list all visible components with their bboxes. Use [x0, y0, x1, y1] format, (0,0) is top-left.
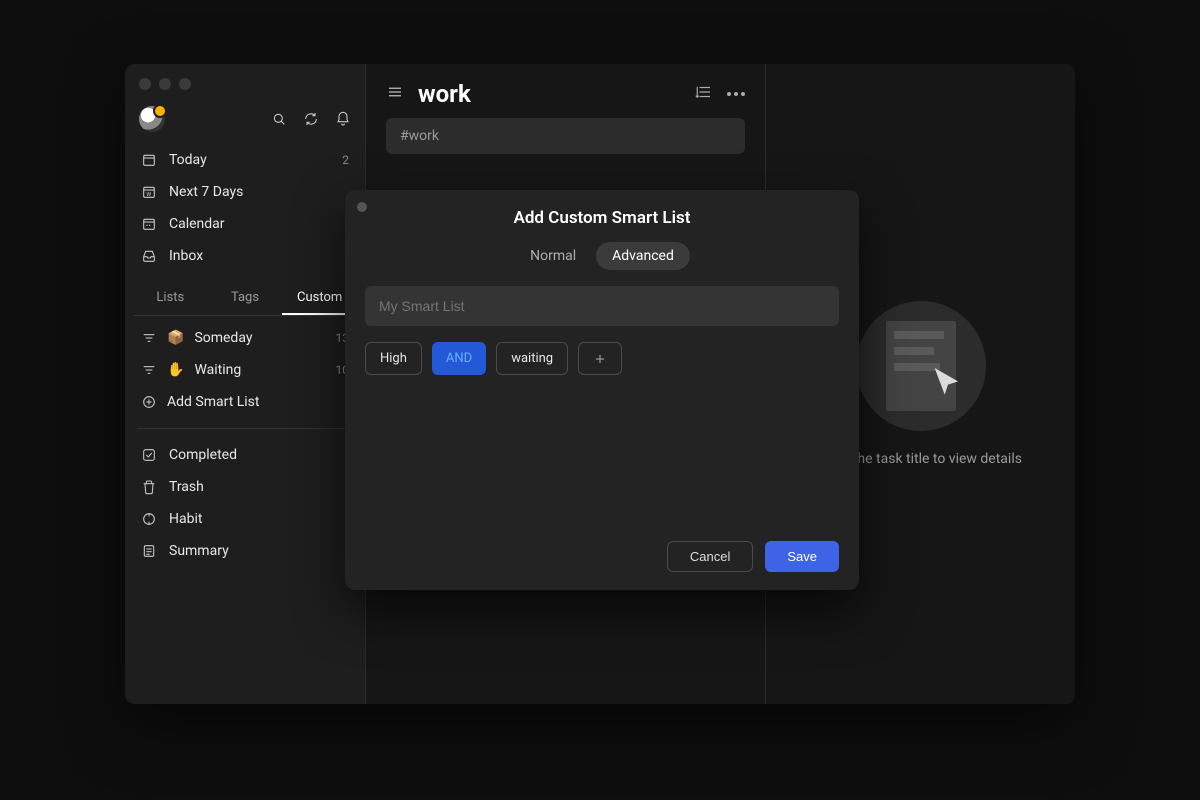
calendar-day-icon	[141, 152, 157, 168]
add-smart-list-label: Add Smart List	[167, 394, 260, 410]
rule-builder: High AND waiting	[365, 342, 839, 375]
smartlist-name-input[interactable]	[365, 286, 839, 326]
cancel-button[interactable]: Cancel	[667, 541, 753, 572]
check-square-icon	[141, 447, 157, 463]
cursor-icon	[928, 363, 968, 407]
smartlist-label: Someday	[194, 330, 252, 346]
tab-tags[interactable]: Tags	[208, 282, 283, 315]
nav-label: Calendar	[169, 216, 225, 232]
sync-icon[interactable]	[303, 111, 319, 127]
target-icon	[141, 511, 157, 527]
nav-today[interactable]: Today 2	[125, 144, 365, 176]
smartlist-waiting[interactable]: ✋ Waiting 10	[125, 354, 365, 386]
window-zoom-icon[interactable]	[179, 78, 191, 90]
modal-title: Add Custom Smart List	[365, 208, 839, 228]
tab-lists[interactable]: Lists	[133, 282, 208, 315]
empty-state-illustration	[856, 301, 986, 431]
modal-close-icon[interactable]	[357, 202, 367, 212]
svg-text:W: W	[146, 192, 151, 198]
filter-icon	[141, 330, 157, 346]
menu-icon[interactable]	[386, 83, 404, 105]
inbox-icon	[141, 248, 157, 264]
sidebar: Today 2 W Next 7 Days Calendar Inbox Lis…	[125, 64, 365, 704]
nav-summary[interactable]: Summary	[125, 535, 365, 567]
summary-icon	[141, 543, 157, 559]
nav-label: Next 7 Days	[169, 184, 243, 200]
divider	[137, 428, 353, 429]
smartlist-someday[interactable]: 📦 Someday 13	[125, 322, 365, 354]
plus-circle-icon	[141, 394, 157, 410]
segment-advanced[interactable]: Advanced	[596, 242, 690, 270]
avatar[interactable]	[139, 106, 165, 132]
trash-icon	[141, 479, 157, 495]
more-icon[interactable]	[727, 92, 745, 96]
nav-inbox[interactable]: Inbox	[125, 240, 365, 272]
nav-label: Inbox	[169, 248, 203, 264]
emoji-icon: ✋	[167, 362, 184, 378]
filter-chip-waiting[interactable]: waiting	[496, 342, 568, 375]
nav-label: Habit	[169, 511, 202, 527]
page-title: work	[418, 80, 471, 108]
bell-icon[interactable]	[335, 111, 351, 127]
nav-count: 2	[342, 153, 349, 167]
nav-label: Trash	[169, 479, 204, 495]
filter-icon	[141, 362, 157, 378]
mode-segmented-control: Normal Advanced	[365, 242, 839, 270]
save-button[interactable]: Save	[765, 541, 839, 572]
add-filter-button[interactable]	[578, 342, 622, 375]
segment-normal[interactable]: Normal	[514, 242, 592, 270]
sort-icon[interactable]	[695, 83, 713, 105]
nav-next7[interactable]: W Next 7 Days	[125, 176, 365, 208]
nav-label: Summary	[169, 543, 229, 559]
search-icon[interactable]	[271, 111, 287, 127]
nav-completed[interactable]: Completed	[125, 439, 365, 471]
window-minimize-icon[interactable]	[159, 78, 171, 90]
tag-filter-chip[interactable]: #work	[386, 118, 745, 154]
operator-chip-and[interactable]: AND	[432, 342, 486, 375]
sidebar-tabs: Lists Tags Custom	[133, 282, 357, 316]
window-controls	[139, 78, 191, 90]
calendar-week-icon: W	[141, 184, 157, 200]
add-smart-list-modal: Add Custom Smart List Normal Advanced Hi…	[345, 190, 859, 590]
nav-trash[interactable]: Trash	[125, 471, 365, 503]
add-smart-list[interactable]: Add Smart List	[125, 386, 365, 418]
filter-chip-high[interactable]: High	[365, 342, 422, 375]
nav-calendar[interactable]: Calendar	[125, 208, 365, 240]
calendar-icon	[141, 216, 157, 232]
emoji-icon: 📦	[167, 330, 184, 346]
nav-habit[interactable]: Habit	[125, 503, 365, 535]
smartlist-label: Waiting	[194, 362, 241, 378]
nav-label: Completed	[169, 447, 237, 463]
nav-label: Today	[169, 152, 207, 168]
window-close-icon[interactable]	[139, 78, 151, 90]
